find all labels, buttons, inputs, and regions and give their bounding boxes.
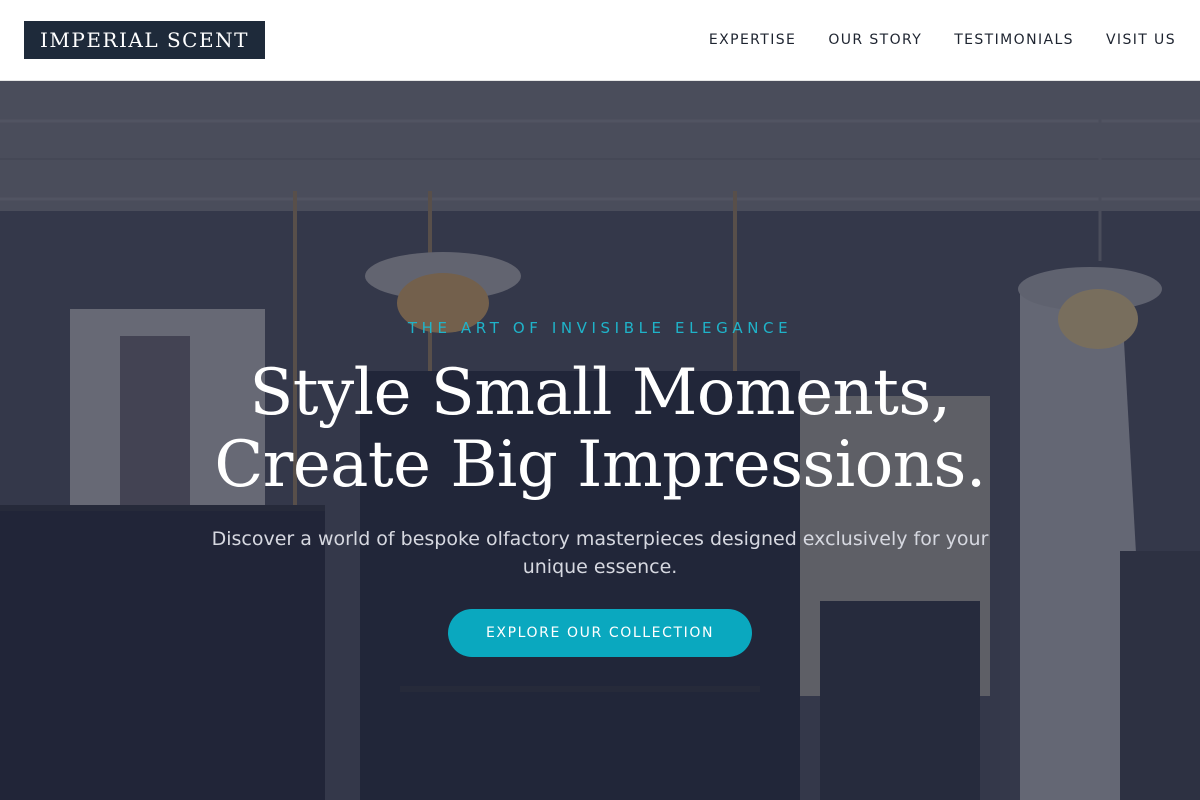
main-nav: EXPERTISE OUR STORY TESTIMONIALS VISIT U…: [709, 32, 1176, 48]
site-header: IMPERIAL SCENT EXPERTISE OUR STORY TESTI…: [0, 0, 1200, 81]
hero-section: THE ART OF INVISIBLE ELEGANCE Style Smal…: [0, 81, 1200, 800]
hero-headline: Style Small Moments, Create Big Impressi…: [0, 357, 1200, 501]
brand-logo[interactable]: IMPERIAL SCENT: [24, 21, 265, 59]
hero-headline-line-2: Create Big Impressions.: [214, 428, 986, 502]
explore-collection-button[interactable]: EXPLORE OUR COLLECTION: [448, 609, 752, 657]
nav-link-visit-us[interactable]: VISIT US: [1106, 32, 1176, 48]
nav-link-our-story[interactable]: OUR STORY: [828, 32, 922, 48]
hero-headline-line-1: Style Small Moments,: [249, 356, 951, 430]
hero-subtext: Discover a world of bespoke olfactory ma…: [211, 528, 989, 578]
nav-link-testimonials[interactable]: TESTIMONIALS: [954, 32, 1074, 48]
nav-link-expertise[interactable]: EXPERTISE: [709, 32, 796, 48]
hero-kicker: THE ART OF INVISIBLE ELEGANCE: [407, 319, 793, 337]
